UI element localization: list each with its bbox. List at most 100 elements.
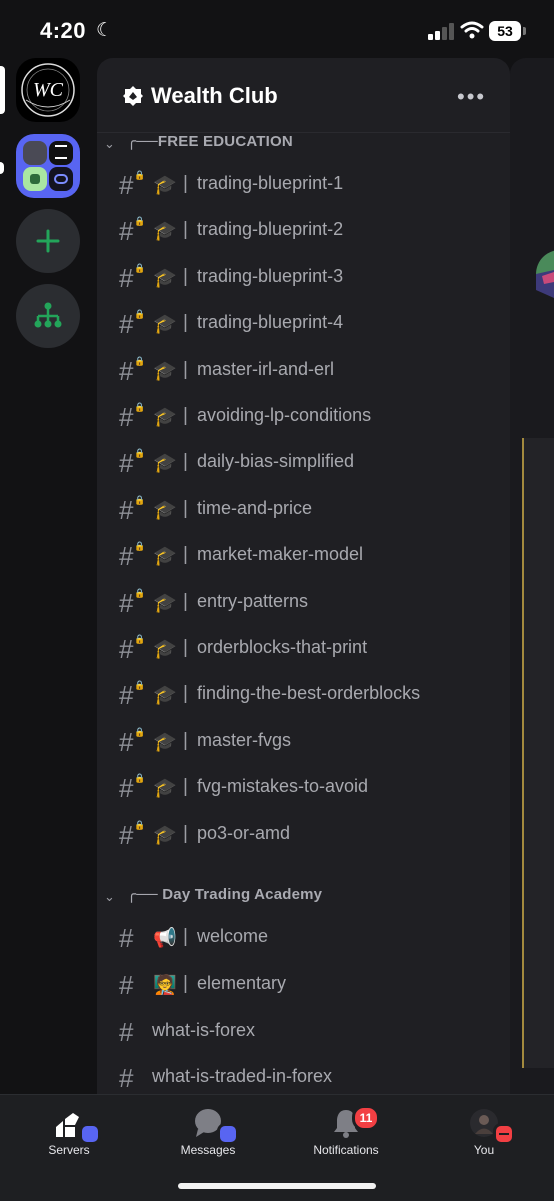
channel-item[interactable]: # 🔒 🎓 | trading-blueprint-3: [97, 259, 510, 299]
chat-preview[interactable]: [510, 58, 554, 1098]
channel-emoji-icon: 🎓: [153, 314, 177, 336]
status-bar: 4:20 ☾ 53: [0, 0, 554, 60]
channel-item[interactable]: # 🔒 🎓 | market-maker-model: [97, 537, 510, 577]
channel-item[interactable]: # 🔒 🎓 | trading-blueprint-4: [97, 305, 510, 345]
lock-icon: 🔒: [134, 587, 146, 598]
channel-separator: |: [183, 776, 188, 798]
channel-emoji-icon: 🎓: [153, 221, 177, 243]
channel-name: trading-blueprint-2: [197, 219, 344, 240]
lock-icon: 🔒: [134, 402, 146, 412]
channel-separator: |: [183, 544, 188, 566]
channel-item[interactable]: # 🧑‍🏫 | elementary: [97, 966, 510, 1006]
server-header[interactable]: Wealth Club •••: [97, 58, 510, 133]
server-folder[interactable]: [16, 134, 80, 198]
channel-separator: |: [183, 358, 188, 380]
lock-icon: 🔒: [134, 819, 146, 830]
hash-icon: #: [119, 494, 134, 525]
unread-indicator: [0, 162, 4, 174]
channel-separator: |: [183, 822, 188, 844]
channel-separator: |: [183, 265, 188, 287]
channel-item[interactable]: # 🔒 🎓 | trading-blueprint-2: [97, 212, 510, 252]
channel-separator: |: [183, 972, 188, 994]
wifi-icon: [460, 21, 484, 39]
channel-item[interactable]: # 🔒 🎓 | avoiding-lp-conditions: [97, 398, 510, 438]
channel-emoji-icon: 🎓: [153, 592, 177, 614]
discover-button[interactable]: [16, 284, 80, 348]
channel-name: po3-or-amd: [197, 822, 291, 843]
channel-item[interactable]: # 📢 | welcome: [97, 919, 510, 959]
channel-item[interactable]: # 🔒 🎓 | master-irl-and-erl: [97, 352, 510, 392]
folder-server-2-icon: [49, 141, 73, 165]
lock-icon: 🔒: [134, 216, 146, 227]
tab-label-messages: Messages: [180, 1143, 236, 1157]
category-label: ╭── Day Trading Academy: [127, 886, 323, 903]
folder-server-1-icon: [23, 141, 47, 165]
channel-item[interactable]: # 🔒 🎓 | fvg-mistakes-to-avoid: [97, 769, 510, 809]
channel-separator: |: [183, 312, 188, 334]
notification-badge: 11: [352, 1105, 380, 1131]
moon-icon: ☾: [96, 20, 114, 41]
hash-icon: #: [119, 216, 134, 247]
hash-icon: #: [119, 262, 134, 293]
lock-icon: 🔒: [134, 355, 146, 366]
hash-icon: #: [119, 541, 134, 572]
messages-unread-dot: [217, 1123, 239, 1145]
tab-you[interactable]: You: [429, 1107, 539, 1167]
channel-name: daily-bias-simplified: [197, 451, 355, 472]
channel-name: time-and-price: [197, 497, 313, 518]
hash-icon: #: [119, 402, 134, 432]
tab-notifications[interactable]: 11 Notifications: [291, 1105, 401, 1167]
wc-logo-icon: WC: [21, 63, 75, 117]
channel-item[interactable]: # what-is-traded-in-forex: [97, 1059, 510, 1098]
channel-item[interactable]: # 🔒 🎓 | trading-blueprint-1: [97, 166, 510, 206]
channel-item[interactable]: # 🔒 🎓 | po3-or-amd: [97, 816, 510, 856]
channel-emoji-icon: 🎓: [153, 360, 177, 382]
more-options-button[interactable]: •••: [457, 84, 486, 110]
signal-icon: [428, 22, 456, 40]
hash-icon: #: [119, 680, 134, 711]
message-pane: [524, 438, 554, 1068]
hash-icon: #: [119, 170, 134, 200]
channel-emoji-icon: 🎓: [153, 639, 177, 660]
channel-item[interactable]: # 🔒 🎓 | daily-bias-simplified: [97, 444, 510, 484]
hash-icon: #: [119, 587, 134, 618]
hash-icon: #: [119, 773, 134, 804]
community-badge-icon: [123, 86, 143, 106]
channel-emoji-icon: 🎓: [153, 175, 177, 196]
channel-item[interactable]: # 🔒 🎓 | entry-patterns: [97, 584, 510, 624]
server-icon-wealth-club[interactable]: WC: [16, 58, 80, 122]
channel-name: orderblocks-that-print: [197, 637, 368, 657]
tab-messages[interactable]: Messages: [153, 1107, 263, 1167]
channel-separator: |: [183, 926, 188, 947]
selected-server-indicator: [0, 66, 5, 114]
channel-separator: |: [183, 219, 188, 241]
channel-separator: |: [183, 637, 188, 658]
dnd-status-icon: [493, 1123, 515, 1145]
hash-icon: #: [119, 819, 134, 850]
channel-emoji-icon: 🎓: [153, 407, 177, 428]
hash-icon: #: [119, 1016, 134, 1047]
hash-icon: #: [119, 969, 134, 1000]
channel-name: master-fvgs: [197, 729, 292, 750]
channel-name: what-is-traded-in-forex: [152, 1066, 333, 1087]
channel-name: avoiding-lp-conditions: [197, 405, 372, 425]
channel-item[interactable]: # 🔒 🎓 | master-fvgs: [97, 723, 510, 763]
channel-name: elementary: [197, 972, 287, 993]
channel-name: master-irl-and-erl: [197, 358, 335, 379]
channel-emoji-icon: 🎓: [153, 778, 177, 800]
battery-tip: [523, 27, 526, 35]
category-header[interactable]: ⌄ ╭── Day Trading Academy: [97, 885, 510, 915]
category-header[interactable]: ⌄ ╭──FREE EDUCATION: [97, 132, 510, 162]
battery-icon: 53: [489, 21, 521, 41]
channel-separator: |: [183, 683, 188, 705]
tab-servers[interactable]: Servers: [14, 1107, 124, 1167]
channel-item[interactable]: # 🔒 🎓 | time-and-price: [97, 491, 510, 531]
add-server-button[interactable]: [16, 209, 80, 273]
lock-icon: 🔒: [134, 541, 146, 552]
channel-emoji-icon: 🎓: [153, 267, 177, 289]
clock: 4:20: [40, 18, 87, 43]
channel-item[interactable]: # 🔒 🎓 | orderblocks-that-print: [97, 630, 510, 670]
channel-item[interactable]: # what-is-forex: [97, 1013, 510, 1053]
channel-item[interactable]: # 🔒 🎓 | finding-the-best-orderblocks: [97, 676, 510, 716]
servers-unread-dot: [79, 1123, 101, 1145]
